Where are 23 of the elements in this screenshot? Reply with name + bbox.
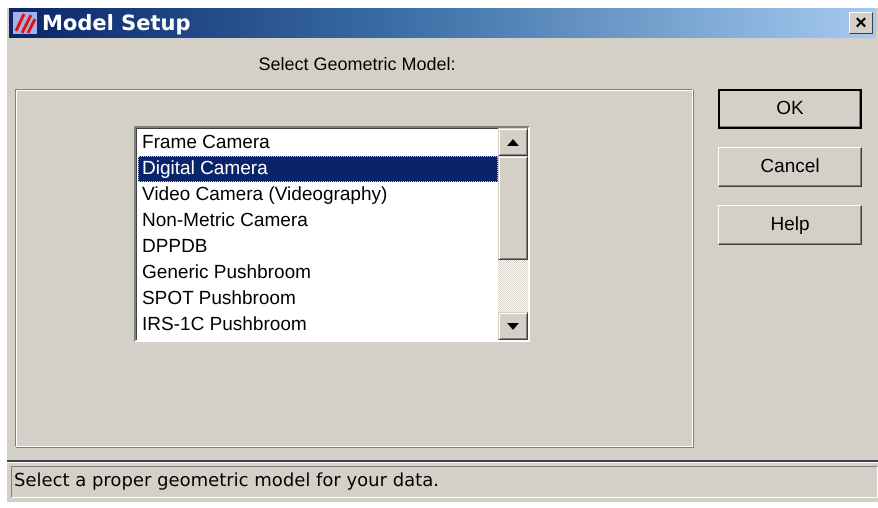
window-title: Model Setup	[42, 11, 192, 35]
list-item[interactable]: Generic Pushbroom	[138, 260, 498, 286]
list-item[interactable]: Video Camera (Videography)	[138, 182, 498, 208]
model-list[interactable]: Frame Camera Digital Camera Video Camera (Videography) Non-Metric Camera DPPDB Generic Pushbroom SPOT Pushbroom IRS-1C Pushbroom	[134, 126, 530, 342]
up-arrow-icon	[507, 138, 519, 146]
list-item[interactable]: DPPDB	[138, 234, 498, 260]
list-item[interactable]: Frame Camera	[138, 130, 498, 156]
dialog-button[interactable]: Cancel	[718, 147, 862, 187]
dialog-button[interactable]: Help	[718, 205, 862, 245]
prompt-label: Select Geometric Model:	[257, 54, 457, 75]
scroll-up-button[interactable]	[498, 128, 528, 156]
list-item[interactable]: IRS-1C Pushbroom	[138, 312, 498, 338]
scroll-down-button[interactable]	[498, 312, 528, 340]
list-item[interactable]: Digital Camera	[138, 156, 498, 182]
status-bar: Select a proper geometric model for your data.	[11, 466, 878, 498]
app-icon	[12, 11, 38, 35]
list-item[interactable]: SPOT Pushbroom	[138, 286, 498, 312]
scrollbar[interactable]	[498, 128, 528, 340]
scroll-thumb[interactable]	[498, 156, 528, 260]
close-button[interactable]: ×	[849, 12, 873, 34]
dialog-button[interactable]: OK	[718, 89, 862, 129]
list-item[interactable]: Non-Metric Camera	[138, 208, 498, 234]
down-arrow-icon	[507, 322, 519, 330]
